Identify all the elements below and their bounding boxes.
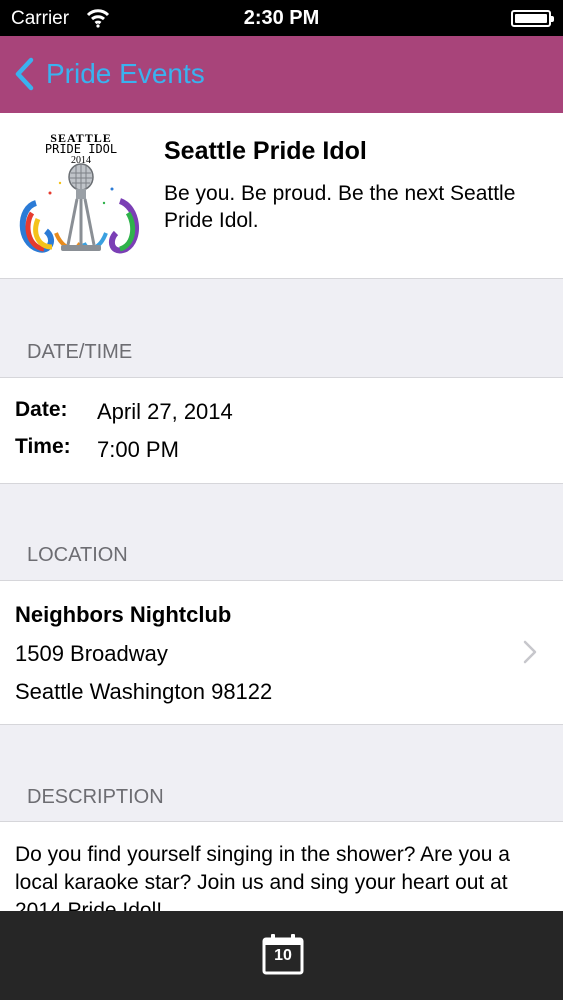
section-header-location: LOCATION xyxy=(27,544,128,566)
back-button-label: Pride Events xyxy=(46,58,205,89)
clock: 2:30 PM xyxy=(243,7,320,29)
address-line2: Seattle Washington 98122 xyxy=(15,679,273,704)
logo-text-line2: PRIDE IDOL xyxy=(44,142,118,156)
location-cell[interactable]: Neighbors Nightclub 1509 Broadway Seattl… xyxy=(0,581,563,724)
date-label: Date: xyxy=(15,398,68,421)
tab-bar: 10 xyxy=(0,911,563,1000)
time-label: Time: xyxy=(15,435,71,458)
description-cell: Do you find yourself singing in the show… xyxy=(0,822,563,912)
section-header-description: DESCRIPTION xyxy=(27,786,164,808)
battery-level xyxy=(515,14,547,23)
time-value: 7:00 PM xyxy=(97,437,179,462)
datetime-cell: Date: April 27, 2014 Time: 7:00 PM xyxy=(0,378,563,483)
divider xyxy=(0,483,563,484)
back-button[interactable]: Pride Events xyxy=(12,54,205,94)
calendar-day-number: 10 xyxy=(274,947,292,964)
event-summary: SEATTLE PRIDE IDOL 2014 Seattle Pride Id… xyxy=(0,113,563,279)
description-text: Do you find yourself singing in the show… xyxy=(15,843,510,912)
navigation-bar: Pride Events xyxy=(0,36,563,113)
venue-name: Neighbors Nightclub xyxy=(15,602,232,627)
section-header-datetime: DATE/TIME xyxy=(27,341,133,363)
event-tagline: Be you. Be proud. Be the next Seattle Pr… xyxy=(164,182,516,232)
microphone-trophy-logo xyxy=(19,163,140,254)
address-line1: 1509 Broadway xyxy=(15,641,168,666)
status-bar: Carrier 2:30 PM xyxy=(0,0,563,36)
battery-icon xyxy=(511,10,554,27)
event-title: Seattle Pride Idol xyxy=(164,137,367,165)
divider xyxy=(0,724,563,725)
back-chevron-icon xyxy=(15,57,34,91)
date-value: April 27, 2014 xyxy=(97,399,233,424)
event-logo: SEATTLE PRIDE IDOL 2014 xyxy=(16,131,146,256)
chevron-right-icon xyxy=(523,640,537,664)
calendar-tab[interactable]: 10 xyxy=(262,933,304,975)
